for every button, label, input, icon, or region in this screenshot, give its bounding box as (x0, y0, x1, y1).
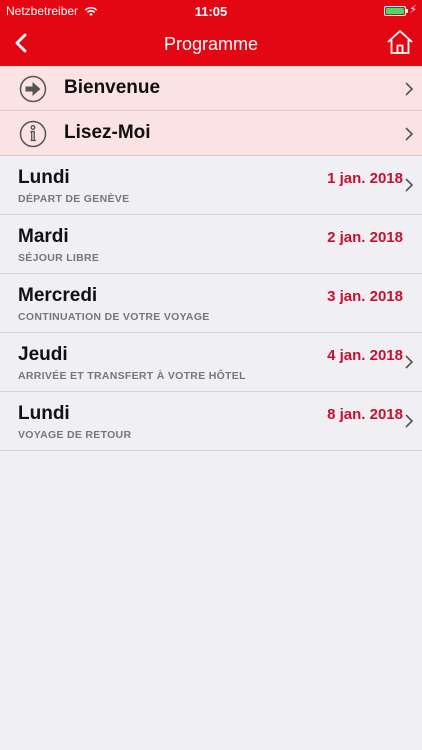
day-subtitle: SÉJOUR LIBRE (18, 252, 100, 264)
program-day-row[interactable]: Lundi DÉPART DE GENÈVE 1 jan. 2018 (0, 156, 422, 215)
day-subtitle: VOYAGE DE RETOUR (18, 429, 132, 441)
day-date: 4 jan. 2018 (327, 347, 403, 364)
day-date: 2 jan. 2018 (327, 229, 403, 246)
day-name: Lundi (18, 167, 70, 188)
battery-icon (384, 6, 408, 16)
day-subtitle: CONTINUATION DE VOTRE VOYAGE (18, 311, 210, 323)
program-day-row: Mercredi CONTINUATION DE VOTRE VOYAGE 3 … (0, 274, 422, 333)
chevron-right-icon (405, 414, 414, 428)
arrow-right-circle-icon (19, 75, 47, 103)
day-name: Mercredi (18, 285, 98, 306)
day-date: 3 jan. 2018 (327, 288, 403, 305)
info-circle-icon (19, 120, 47, 148)
program-day-row[interactable]: Jeudi ARRIVÉE ET TRANSFERT À VOTRE HÔTEL… (0, 333, 422, 392)
day-subtitle: ARRIVÉE ET TRANSFERT À VOTRE HÔTEL (18, 370, 246, 382)
home-icon[interactable] (386, 28, 414, 56)
chevron-right-icon (405, 178, 414, 192)
chevron-right-icon (405, 127, 414, 141)
status-time: 11:05 (194, 4, 228, 19)
menu-item-label: Lisez-Moi (64, 122, 151, 143)
chevron-right-icon (405, 82, 414, 96)
day-date: 8 jan. 2018 (327, 406, 403, 423)
battery-fill (386, 8, 404, 14)
menu-item-lisez-moi[interactable]: Lisez-Moi (0, 111, 422, 156)
program-day-row[interactable]: Lundi VOYAGE DE RETOUR 8 jan. 2018 (0, 392, 422, 451)
day-name: Mardi (18, 226, 69, 247)
status-bar: Netzbetreiber 11:05 ⚡ (0, 0, 422, 22)
page-title: Programme (163, 34, 259, 54)
bolt-icon: ⚡ (409, 4, 417, 16)
program-day-row: Mardi SÉJOUR LIBRE 2 jan. 2018 (0, 215, 422, 274)
day-name: Jeudi (18, 344, 68, 365)
program-list: Lundi DÉPART DE GENÈVE 1 jan. 2018 Mardi… (0, 156, 422, 451)
menu-item-label: Bienvenue (64, 77, 161, 98)
chevron-right-icon (405, 355, 414, 369)
day-subtitle: DÉPART DE GENÈVE (18, 193, 130, 205)
menu-item-bienvenue[interactable]: Bienvenue (0, 66, 422, 111)
top-menu: Bienvenue Lisez-Moi (0, 66, 422, 156)
day-name: Lundi (18, 403, 70, 424)
day-date: 1 jan. 2018 (327, 170, 403, 187)
navigation-bar: Programme (0, 22, 422, 66)
